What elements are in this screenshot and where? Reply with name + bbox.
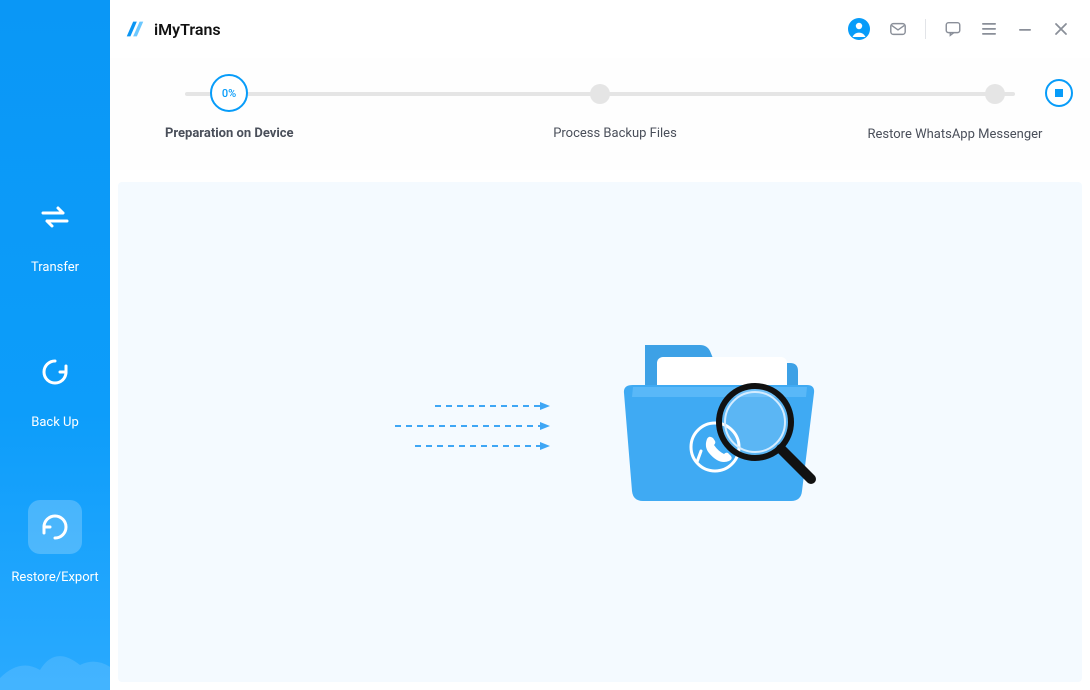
restore-export-icon: [28, 500, 82, 554]
step-marker-3: [985, 84, 1005, 104]
dashed-arrow-icon: [395, 421, 555, 423]
step-marker-2: [590, 84, 610, 104]
progress-steps: 0% Preparation on Device Process Backup …: [110, 58, 1090, 170]
sidebar-item-label: Restore/Export: [11, 570, 98, 585]
sidebar: Transfer Back Up Restore/Export: [0, 0, 110, 690]
feedback-icon[interactable]: [944, 20, 962, 38]
dashed-arrow-icon: [435, 401, 555, 403]
sidebar-item-restore-export[interactable]: Restore/Export: [11, 500, 98, 585]
menu-icon[interactable]: [980, 20, 998, 38]
progress-percent: 0%: [222, 87, 236, 100]
transfer-icon: [28, 190, 82, 244]
close-icon[interactable]: [1052, 20, 1070, 38]
step-marker-1: 0%: [210, 74, 248, 112]
dashed-arrow-icon: [415, 441, 555, 443]
stop-icon: [1055, 89, 1063, 97]
divider: [925, 19, 926, 39]
backup-icon: [28, 345, 82, 399]
minimize-icon[interactable]: [1016, 20, 1034, 38]
content-panel: [118, 182, 1082, 682]
step-label-2: Process Backup Files: [365, 126, 865, 144]
illustration: [375, 327, 825, 517]
step-label-3: Restore WhatsApp Messenger: [865, 126, 1045, 144]
app-logo-icon: [124, 18, 146, 40]
app-title: iMyTrans: [154, 20, 221, 39]
title-bar: iMyTrans: [110, 0, 1090, 58]
folder-backup-icon: [615, 327, 825, 517]
sidebar-item-backup[interactable]: Back Up: [28, 345, 82, 430]
sidebar-item-transfer[interactable]: Transfer: [28, 190, 82, 275]
sidebar-item-label: Back Up: [31, 415, 79, 430]
envelope-icon[interactable]: [889, 20, 907, 38]
sidebar-item-label: Transfer: [31, 260, 79, 275]
cloud-decor-icon: [0, 640, 110, 690]
step-label-1: Preparation on Device: [155, 126, 365, 144]
account-icon[interactable]: [847, 17, 871, 41]
arrows-group: [375, 401, 555, 443]
stop-button[interactable]: [1045, 79, 1073, 107]
